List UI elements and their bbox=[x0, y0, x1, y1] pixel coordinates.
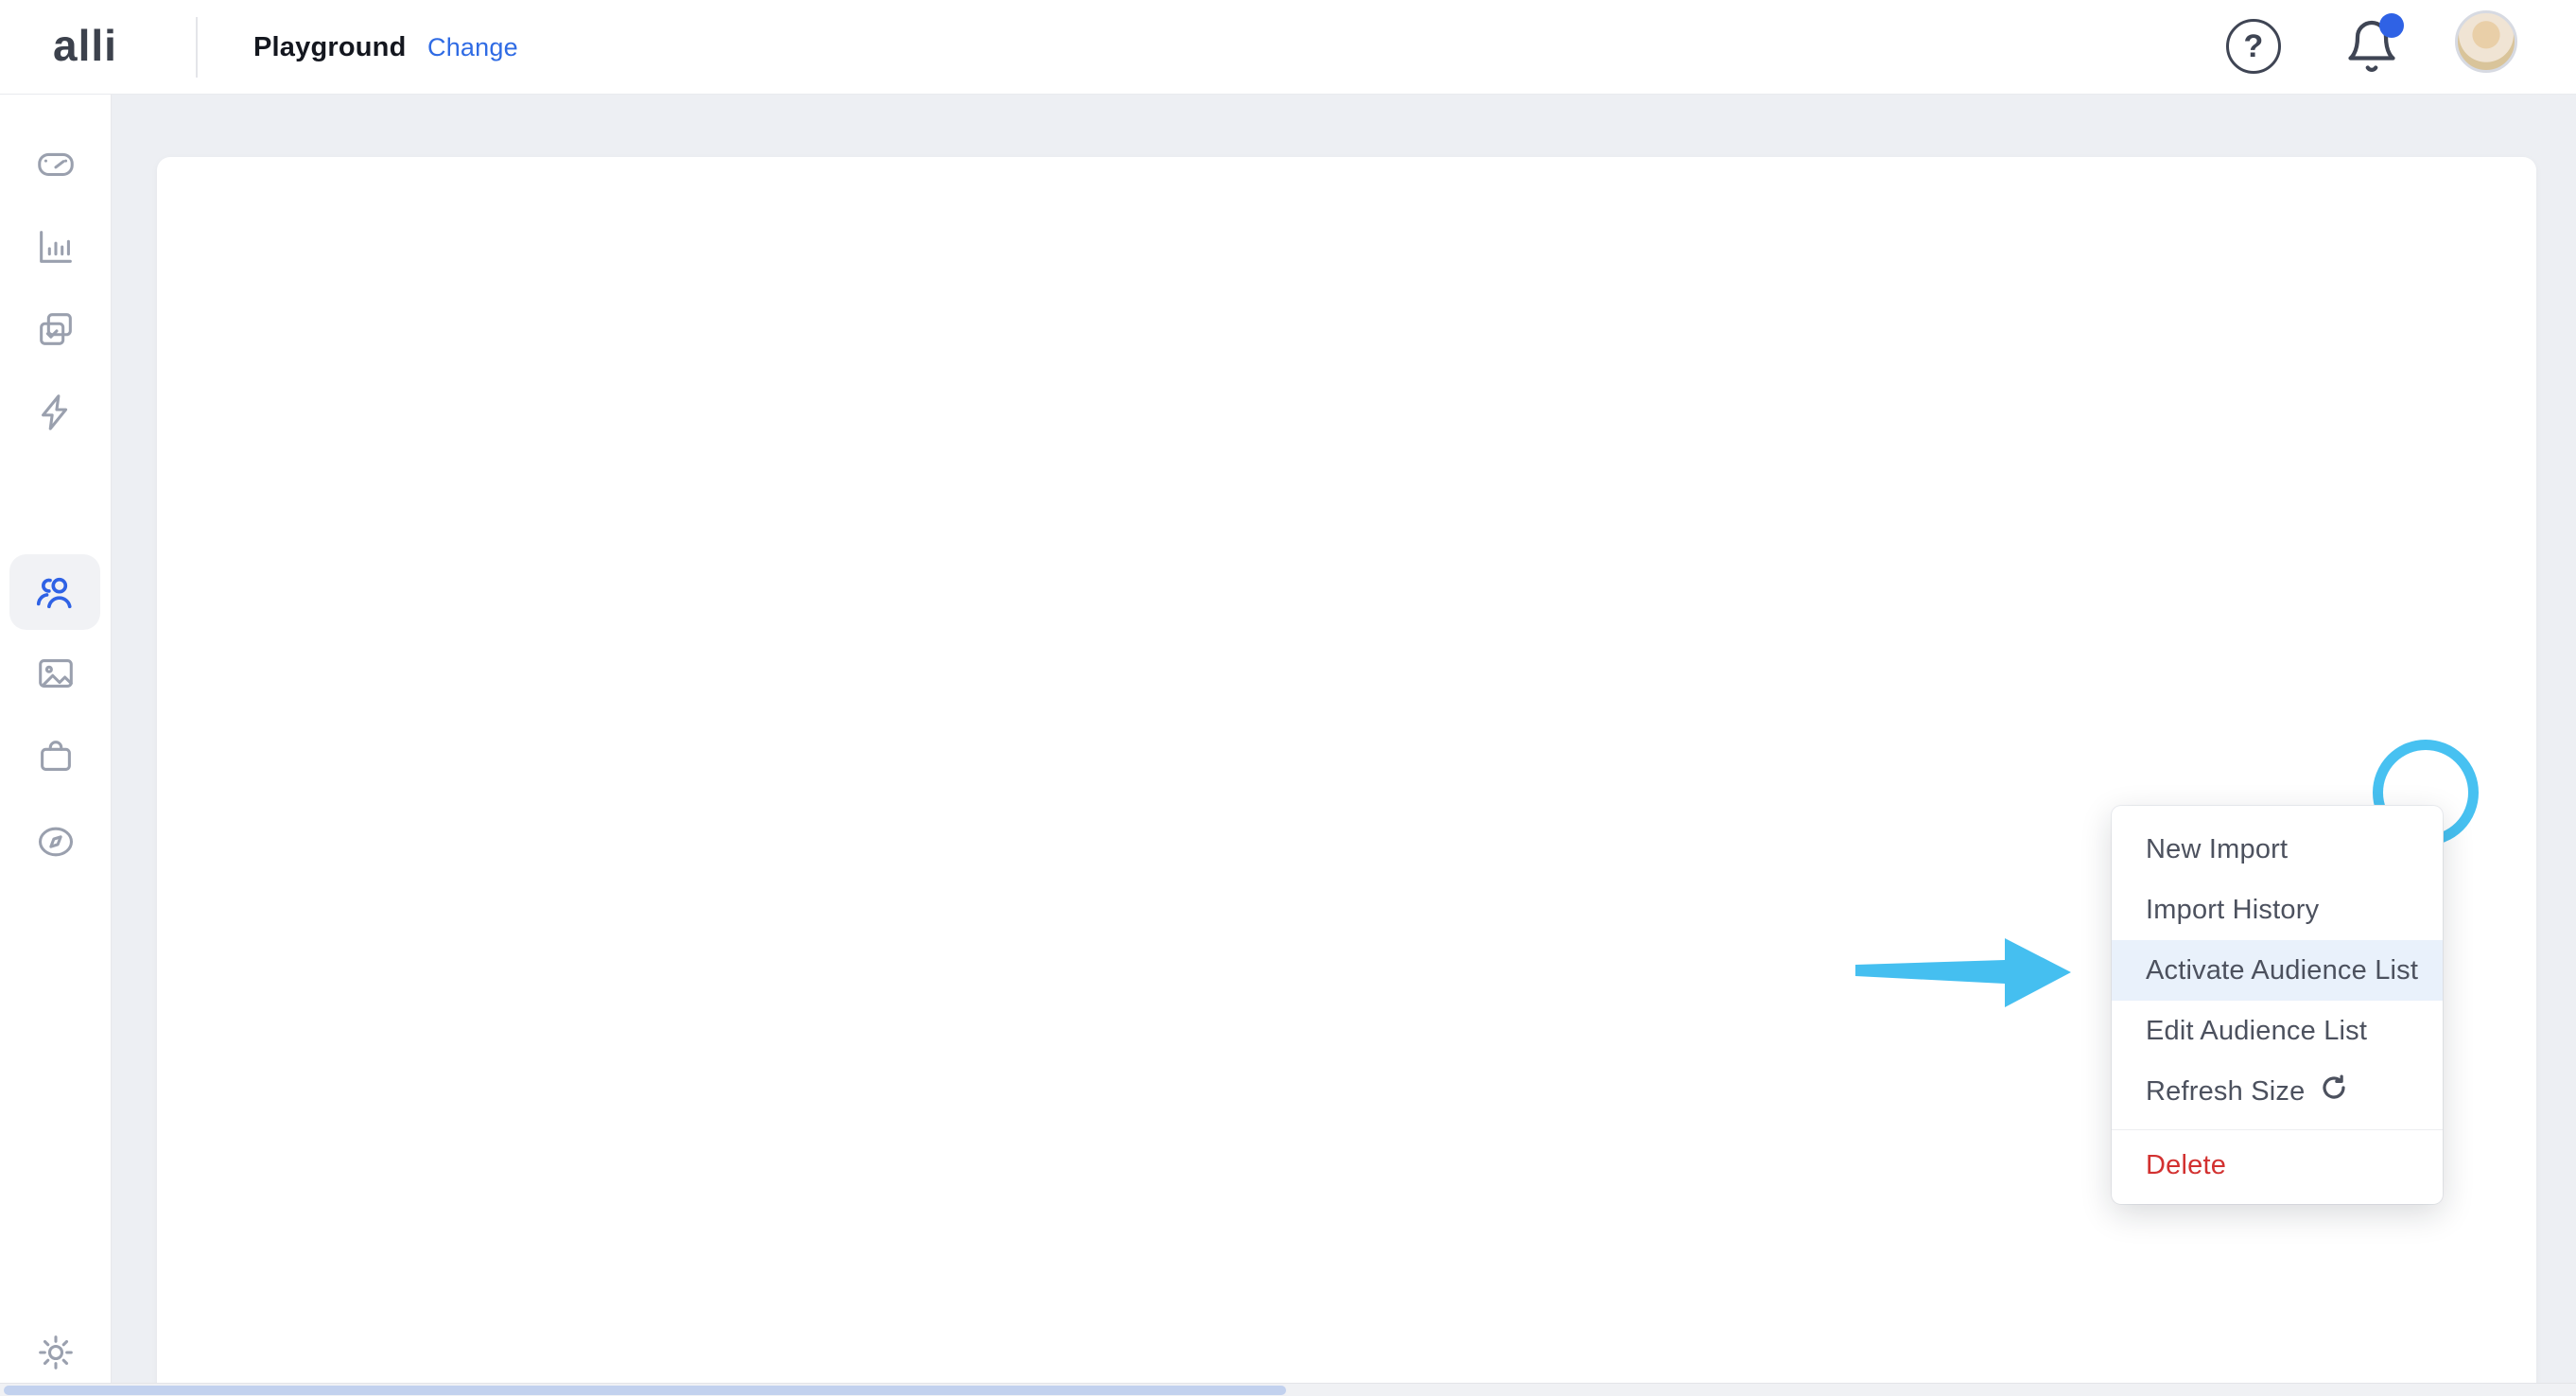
audiences-icon bbox=[33, 568, 77, 617]
user-avatar[interactable] bbox=[2455, 10, 2517, 73]
sidebar-item-automation[interactable] bbox=[13, 376, 98, 452]
sidebar-item-dashboard[interactable] bbox=[13, 128, 98, 203]
app-window: alli Playground Change ? bbox=[0, 0, 2576, 1396]
change-workspace-link[interactable]: Change bbox=[427, 0, 518, 95]
topbar-divider bbox=[196, 17, 198, 78]
help-icon[interactable]: ? bbox=[2226, 19, 2281, 74]
alli-logo: alli bbox=[53, 0, 117, 95]
settings-icon bbox=[34, 1331, 78, 1379]
dashboard-icon bbox=[34, 142, 78, 190]
workspace-name: Playground bbox=[253, 0, 407, 95]
menu-item-refresh-size[interactable]: Refresh Size bbox=[2112, 1061, 2443, 1122]
sidebar-item-shopping[interactable] bbox=[13, 721, 98, 796]
sidebar bbox=[0, 95, 112, 1396]
shopping-bag-icon bbox=[34, 735, 78, 783]
menu-item-activate-audience-list[interactable]: Activate Audience List bbox=[2112, 940, 2443, 1001]
sidebar-item-settings[interactable] bbox=[13, 1317, 98, 1392]
projects-icon bbox=[34, 307, 78, 356]
notification-badge bbox=[2379, 13, 2404, 38]
horizontal-scrollbar bbox=[0, 1383, 2576, 1396]
menu-item-edit-audience-list[interactable]: Edit Audience List bbox=[2112, 1001, 2443, 1061]
sidebar-item-creative[interactable] bbox=[13, 637, 98, 713]
menu-item-delete[interactable]: Delete bbox=[2112, 1130, 2443, 1200]
discover-icon bbox=[34, 820, 78, 868]
refresh-icon bbox=[2320, 1073, 2348, 1109]
sidebar-item-projects[interactable] bbox=[13, 293, 98, 369]
creative-icon bbox=[34, 652, 78, 700]
menu-item-new-import[interactable]: New Import bbox=[2112, 819, 2443, 880]
row-actions-context-menu: New Import Import History Activate Audie… bbox=[2112, 806, 2443, 1204]
sidebar-item-audiences[interactable] bbox=[9, 554, 100, 630]
sidebar-item-discover[interactable] bbox=[13, 806, 98, 881]
analytics-icon bbox=[34, 225, 78, 273]
menu-item-import-history[interactable]: Import History bbox=[2112, 880, 2443, 940]
audiences-card bbox=[157, 157, 2536, 1396]
topbar: alli Playground Change ? bbox=[0, 0, 2576, 95]
sidebar-item-analytics[interactable] bbox=[13, 211, 98, 287]
annotation-arrow bbox=[1855, 925, 2078, 1024]
scrollbar-thumb[interactable] bbox=[4, 1386, 1286, 1395]
automation-icon bbox=[34, 391, 78, 439]
